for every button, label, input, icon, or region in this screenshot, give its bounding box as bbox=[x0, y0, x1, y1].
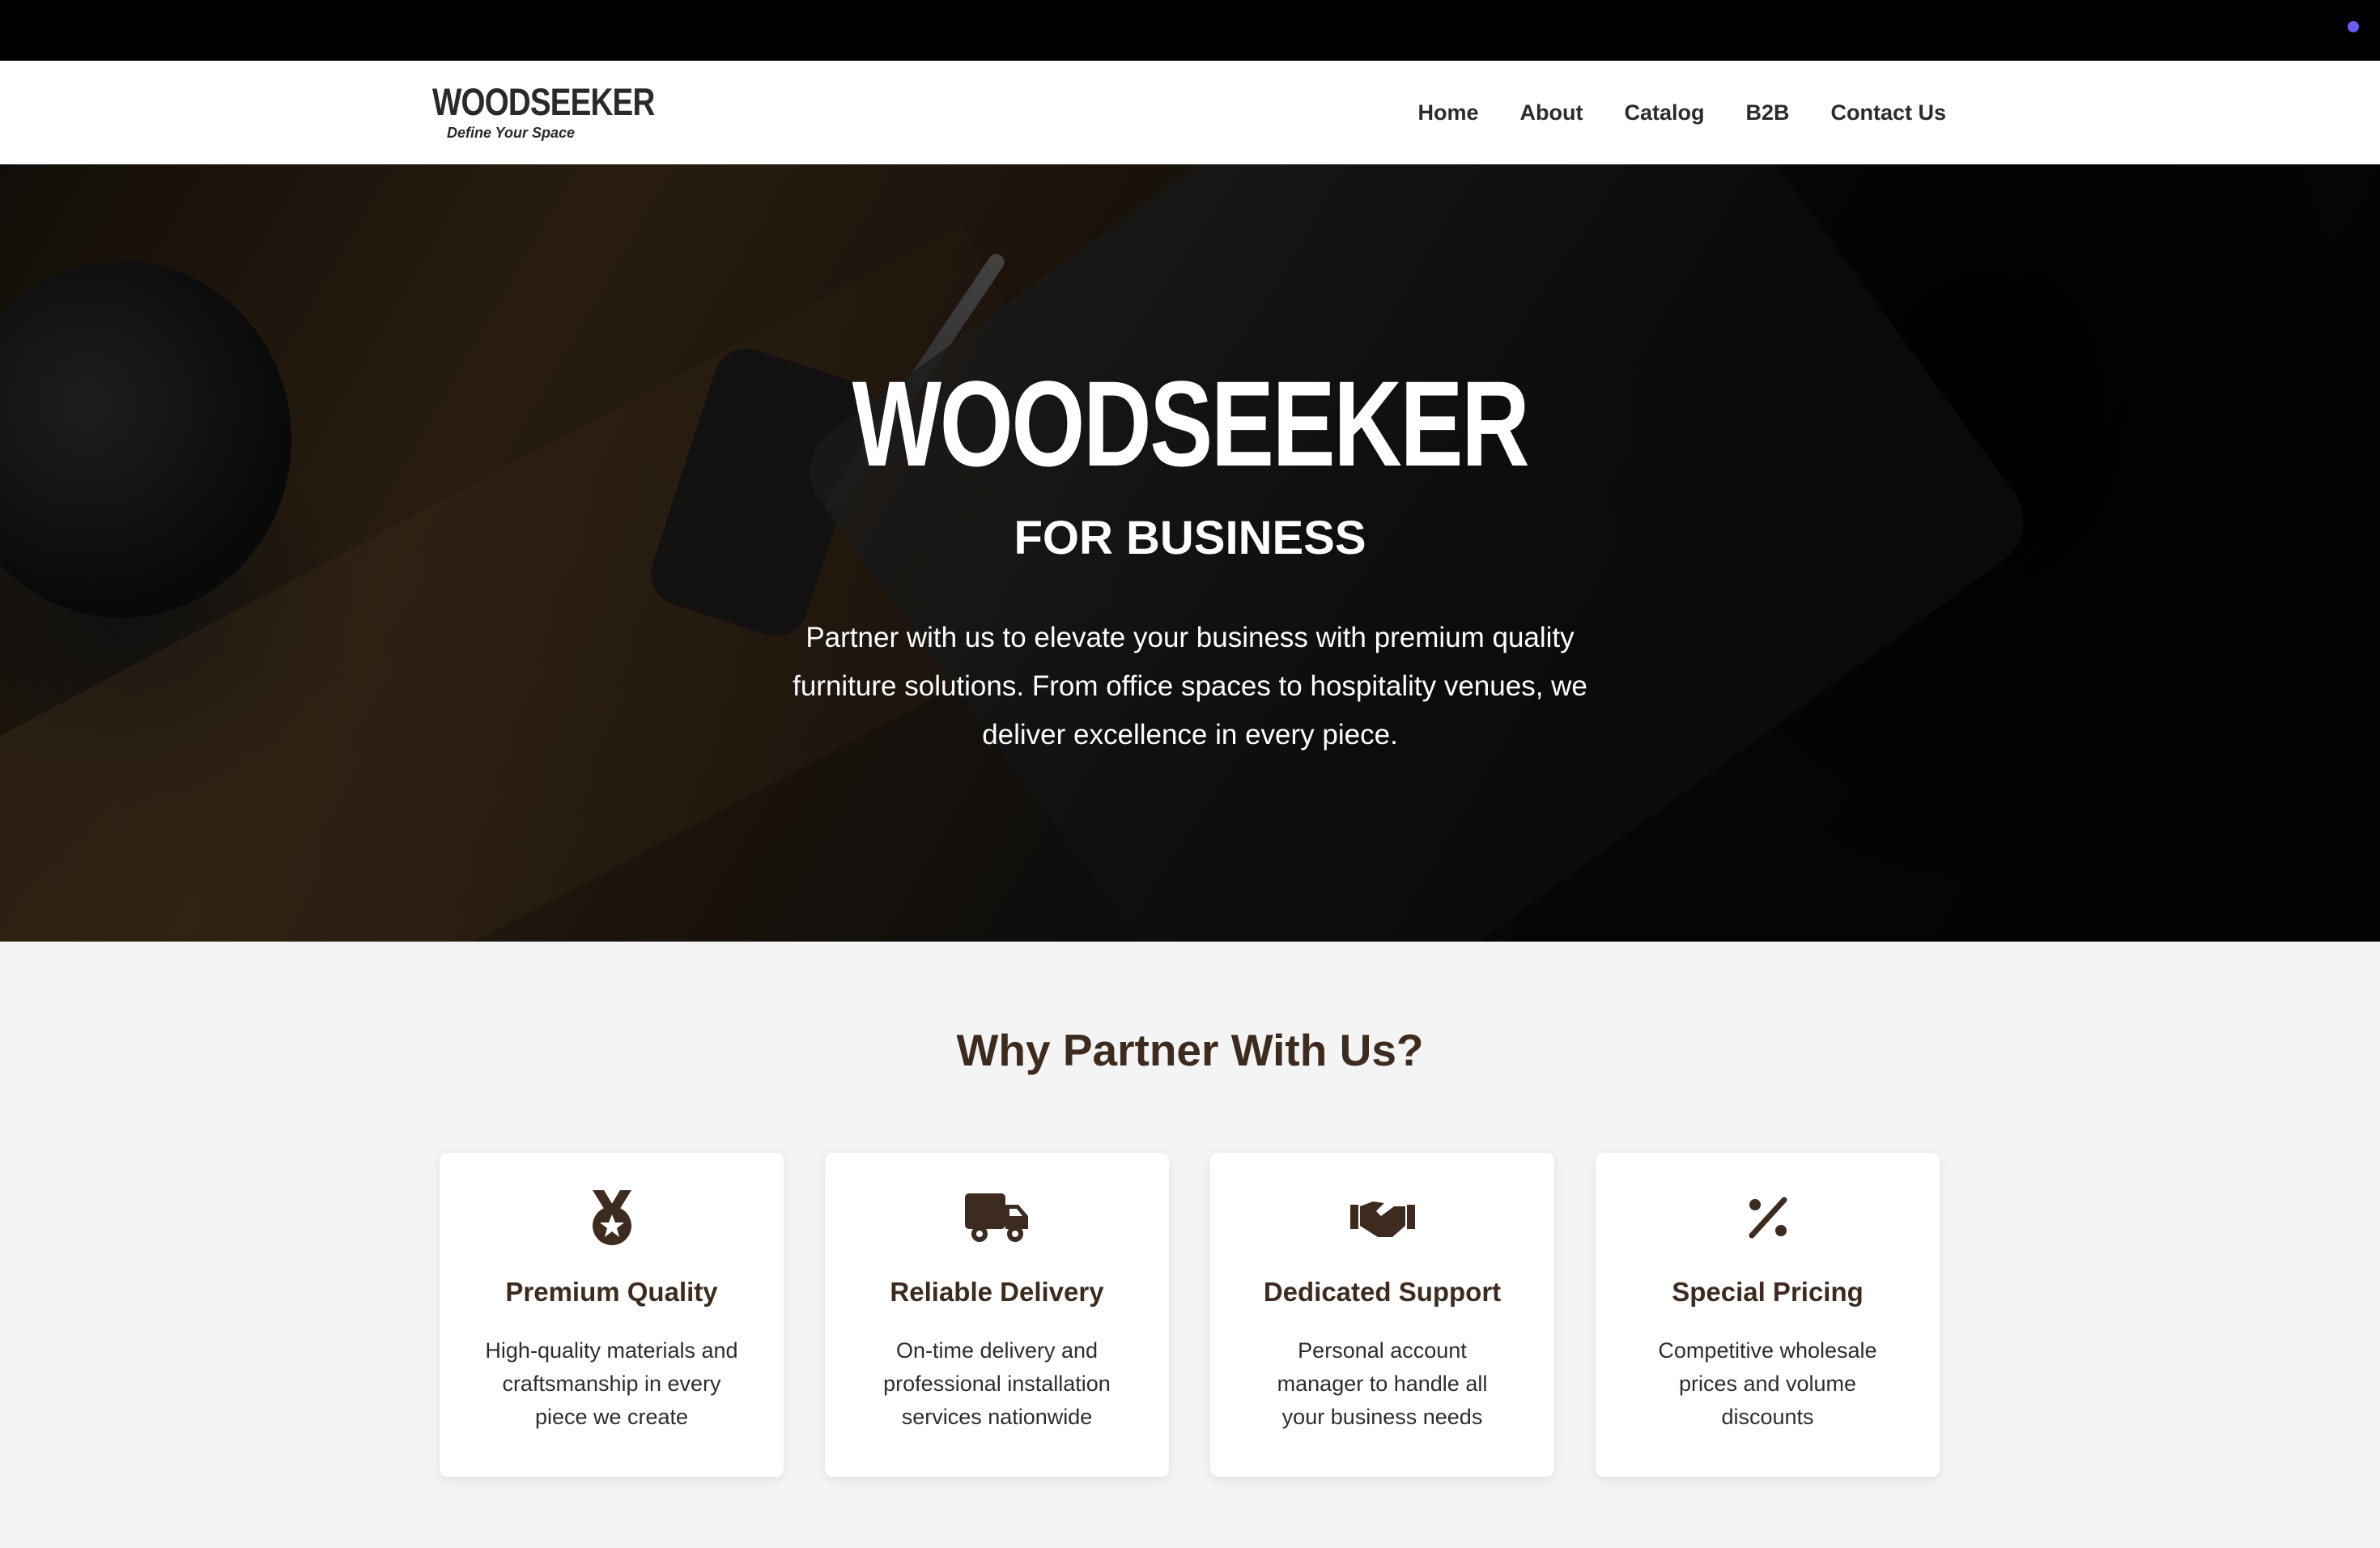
truck-icon bbox=[825, 1189, 1169, 1247]
hero-content: WOODSEEKER FOR BUSINESS Partner with us … bbox=[0, 164, 2380, 942]
hero-section: WOODSEEKER FOR BUSINESS Partner with us … bbox=[0, 164, 2380, 942]
handshake-icon bbox=[1210, 1189, 1554, 1247]
brand-logo[interactable]: WOODSEEKER Define Your Space bbox=[432, 81, 703, 142]
nav-catalog[interactable]: Catalog bbox=[1624, 100, 1704, 125]
nav-b2b[interactable]: B2B bbox=[1745, 100, 1789, 125]
feature-card-delivery: Reliable Delivery On-time delivery and p… bbox=[825, 1153, 1169, 1477]
hero-title: WOODSEEKER bbox=[852, 355, 1530, 491]
brand-tagline: Define Your Space bbox=[447, 125, 576, 141]
feature-card-pricing: Special Pricing Competitive wholesale pr… bbox=[1596, 1153, 1940, 1477]
feature-text: Personal account manager to handle all y… bbox=[1277, 1338, 1488, 1429]
feature-card-support: Dedicated Support Personal account manag… bbox=[1210, 1153, 1554, 1477]
feature-text: High-quality materials and craftsmanship… bbox=[485, 1338, 738, 1429]
feature-text: Competitive wholesale prices and volume … bbox=[1658, 1338, 1877, 1429]
percent-icon bbox=[1596, 1189, 1940, 1247]
brand-name: WOODSEEKER bbox=[432, 80, 655, 123]
feature-title: Special Pricing bbox=[1672, 1277, 1864, 1307]
feature-text: On-time delivery and professional instal… bbox=[883, 1338, 1111, 1429]
site-header: WOODSEEKER Define Your Space Home About … bbox=[0, 61, 2380, 165]
section-title: Why Partner With Us? bbox=[956, 1025, 1424, 1075]
feature-card-quality: Premium Quality High-quality materials a… bbox=[440, 1153, 784, 1477]
feature-title: Dedicated Support bbox=[1263, 1277, 1502, 1307]
feature-title: Reliable Delivery bbox=[890, 1277, 1104, 1307]
feature-cards: Premium Quality High-quality materials a… bbox=[440, 1153, 1940, 1477]
nav-contact[interactable]: Contact Us bbox=[1830, 100, 1946, 125]
nav-about[interactable]: About bbox=[1519, 100, 1583, 125]
medal-icon bbox=[440, 1189, 784, 1247]
feature-title: Premium Quality bbox=[505, 1277, 718, 1307]
nav-home[interactable]: Home bbox=[1417, 100, 1478, 125]
status-dot bbox=[2348, 21, 2359, 32]
main-nav: Home About Catalog B2B Contact Us bbox=[1417, 61, 1946, 164]
top-bar bbox=[0, 0, 2380, 61]
hero-subtitle: FOR BUSINESS bbox=[1014, 512, 1366, 564]
hero-description: Partner with us to elevate your business… bbox=[793, 622, 1587, 751]
